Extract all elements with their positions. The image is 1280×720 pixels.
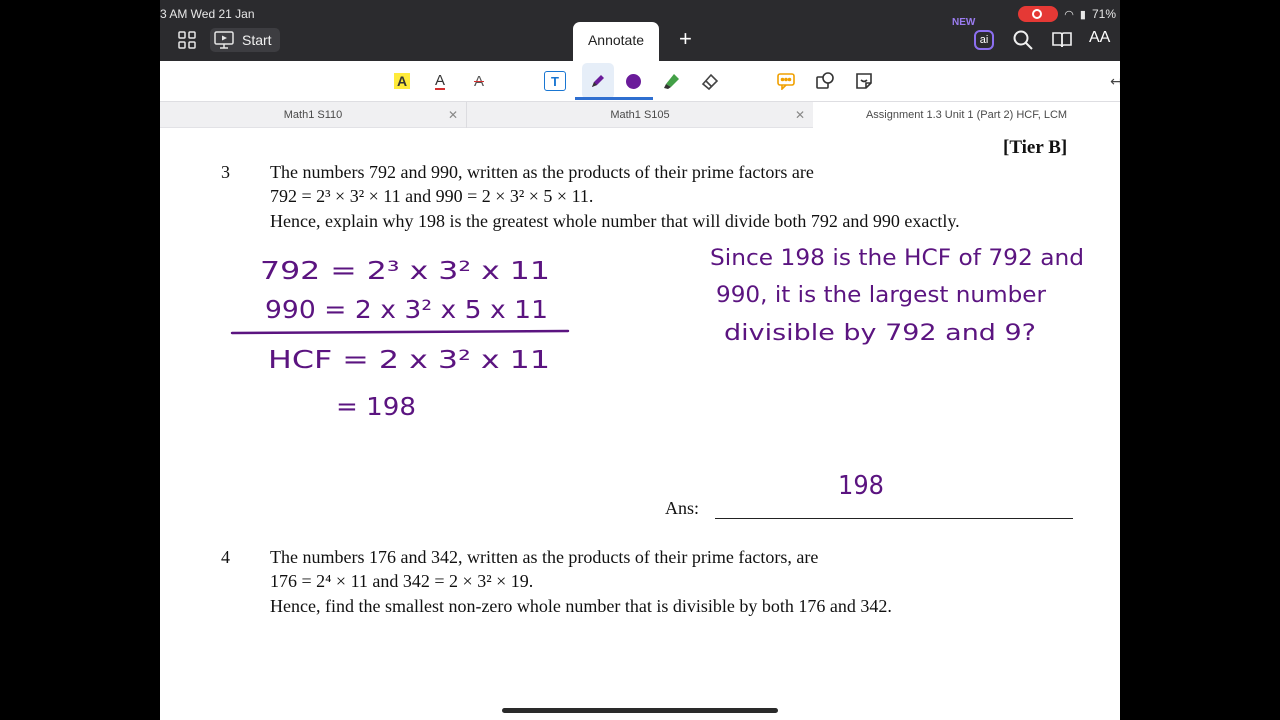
hand-underline-stroke (230, 329, 570, 335)
hand-work-line-4: = 198 (336, 392, 416, 421)
hand-note-line-1: Since 198 is the HCF of 792 and (710, 246, 1084, 271)
handwriting-layer[interactable]: 792 = 2³ x 3² x 11 990 = 2 x 3² x 5 x 11… (160, 0, 1120, 720)
hand-work-line-1: 792 = 2³ x 3² x 11 (260, 256, 550, 285)
hand-note-line-3: divisible by 792 and 9? (724, 321, 1036, 346)
hand-work-line-3: HCF = 2 x 3² x 11 (268, 345, 550, 374)
ipad-screen: 3 AM Wed 21 Jan ◠ ▮ 71% Start Annotate +… (160, 0, 1120, 720)
hand-answer: 198 (838, 471, 884, 501)
hand-note-line-2: 990, it is the largest number (716, 283, 1047, 308)
home-indicator[interactable] (502, 708, 778, 713)
hand-work-line-2: 990 = 2 x 3² x 5 x 11 (265, 295, 548, 324)
